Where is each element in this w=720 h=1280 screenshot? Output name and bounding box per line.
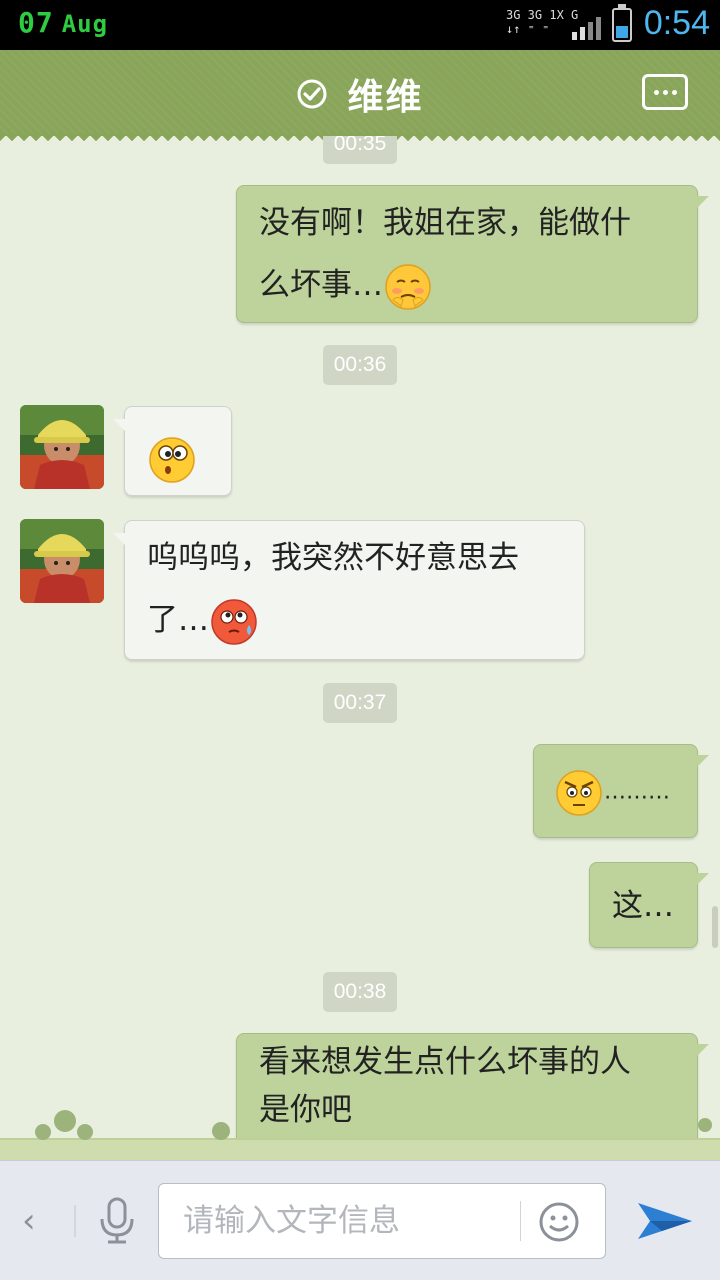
send-plane-icon[interactable] (636, 1195, 694, 1247)
message-text: 看来想发生点什么坏事的人 (259, 1044, 631, 1080)
surprised-emoji-icon (149, 436, 195, 483)
message-text: 呜呜呜，我突然不好意思去 (147, 540, 519, 576)
status-day: 07 (18, 6, 54, 39)
data-arrows-icon: ↓↑ ⁼ ⁼ (506, 22, 550, 36)
chat-messages[interactable]: 00:35 没有啊！我姐在家，能做什 么坏事… 00:36 呜呜呜，我突然不好意… (0, 136, 720, 1160)
message-text: ……… (604, 779, 670, 805)
glare-emoji-icon (556, 769, 602, 816)
sweat-emoji-icon (211, 598, 257, 645)
contact-avatar[interactable] (20, 519, 104, 603)
message-bubble-sent[interactable]: 没有啊！我姐在家，能做什 么坏事… (236, 185, 709, 323)
message-text: 是你吧 (259, 1092, 352, 1128)
tree-decoration (54, 1110, 76, 1132)
timestamp: 00:38 (323, 972, 397, 1012)
chat-title-bar: 维维 (0, 50, 720, 144)
network-indicator: 3G 3G 1X G ↓↑ ⁼ ⁼ (506, 8, 578, 36)
chat-title: 维维 (347, 77, 424, 118)
chevron-left-icon[interactable]: ‹ (22, 1201, 36, 1241)
message-text: 么坏事… (259, 267, 383, 303)
more-options-button[interactable] (642, 74, 688, 110)
divider (520, 1201, 521, 1241)
status-bar: 07 Aug 3G 3G 1X G ↓↑ ⁼ ⁼ 0:54 (0, 0, 720, 50)
scrollbar[interactable] (712, 906, 718, 948)
message-bubble-sent[interactable]: 这… (589, 862, 709, 948)
status-time: 0:54 (643, 4, 710, 42)
timestamp: 00:35 (323, 136, 397, 164)
avatar-image (20, 405, 104, 489)
message-text: 这… (612, 888, 674, 924)
network-label: 3G 3G 1X G (506, 8, 579, 22)
microphone-icon[interactable] (96, 1197, 138, 1245)
timestamp: 00:37 (323, 683, 397, 723)
contact-avatar[interactable] (20, 405, 104, 489)
shy-emoji-icon (385, 263, 431, 310)
message-bubble-received[interactable] (113, 406, 232, 496)
tree-decoration (212, 1122, 230, 1140)
more-dots-icon (654, 90, 659, 95)
message-bubble-sent[interactable]: ……… (533, 744, 709, 838)
ground-decoration (0, 1138, 720, 1162)
smiley-icon[interactable] (538, 1201, 580, 1243)
signal-icon (572, 17, 601, 40)
message-bubble-received[interactable]: 呜呜呜，我突然不好意思去 了… (113, 520, 585, 660)
tree-decoration (77, 1124, 93, 1140)
tree-decoration (698, 1118, 712, 1132)
message-text: 没有啊！我姐在家，能做什 (259, 205, 631, 241)
timestamp: 00:36 (323, 345, 397, 385)
tree-decoration (35, 1124, 51, 1140)
status-date: 07 Aug (18, 6, 108, 39)
avatar-image (20, 519, 104, 603)
check-circle-icon (297, 79, 327, 109)
status-month: Aug (61, 10, 109, 38)
message-text: 了… (147, 602, 209, 638)
message-input-bar: ‹ (0, 1160, 720, 1280)
battery-icon (612, 4, 632, 42)
message-bubble-sent[interactable]: 看来想发生点什么坏事的人 是你吧 (236, 1033, 709, 1145)
divider (74, 1205, 76, 1237)
